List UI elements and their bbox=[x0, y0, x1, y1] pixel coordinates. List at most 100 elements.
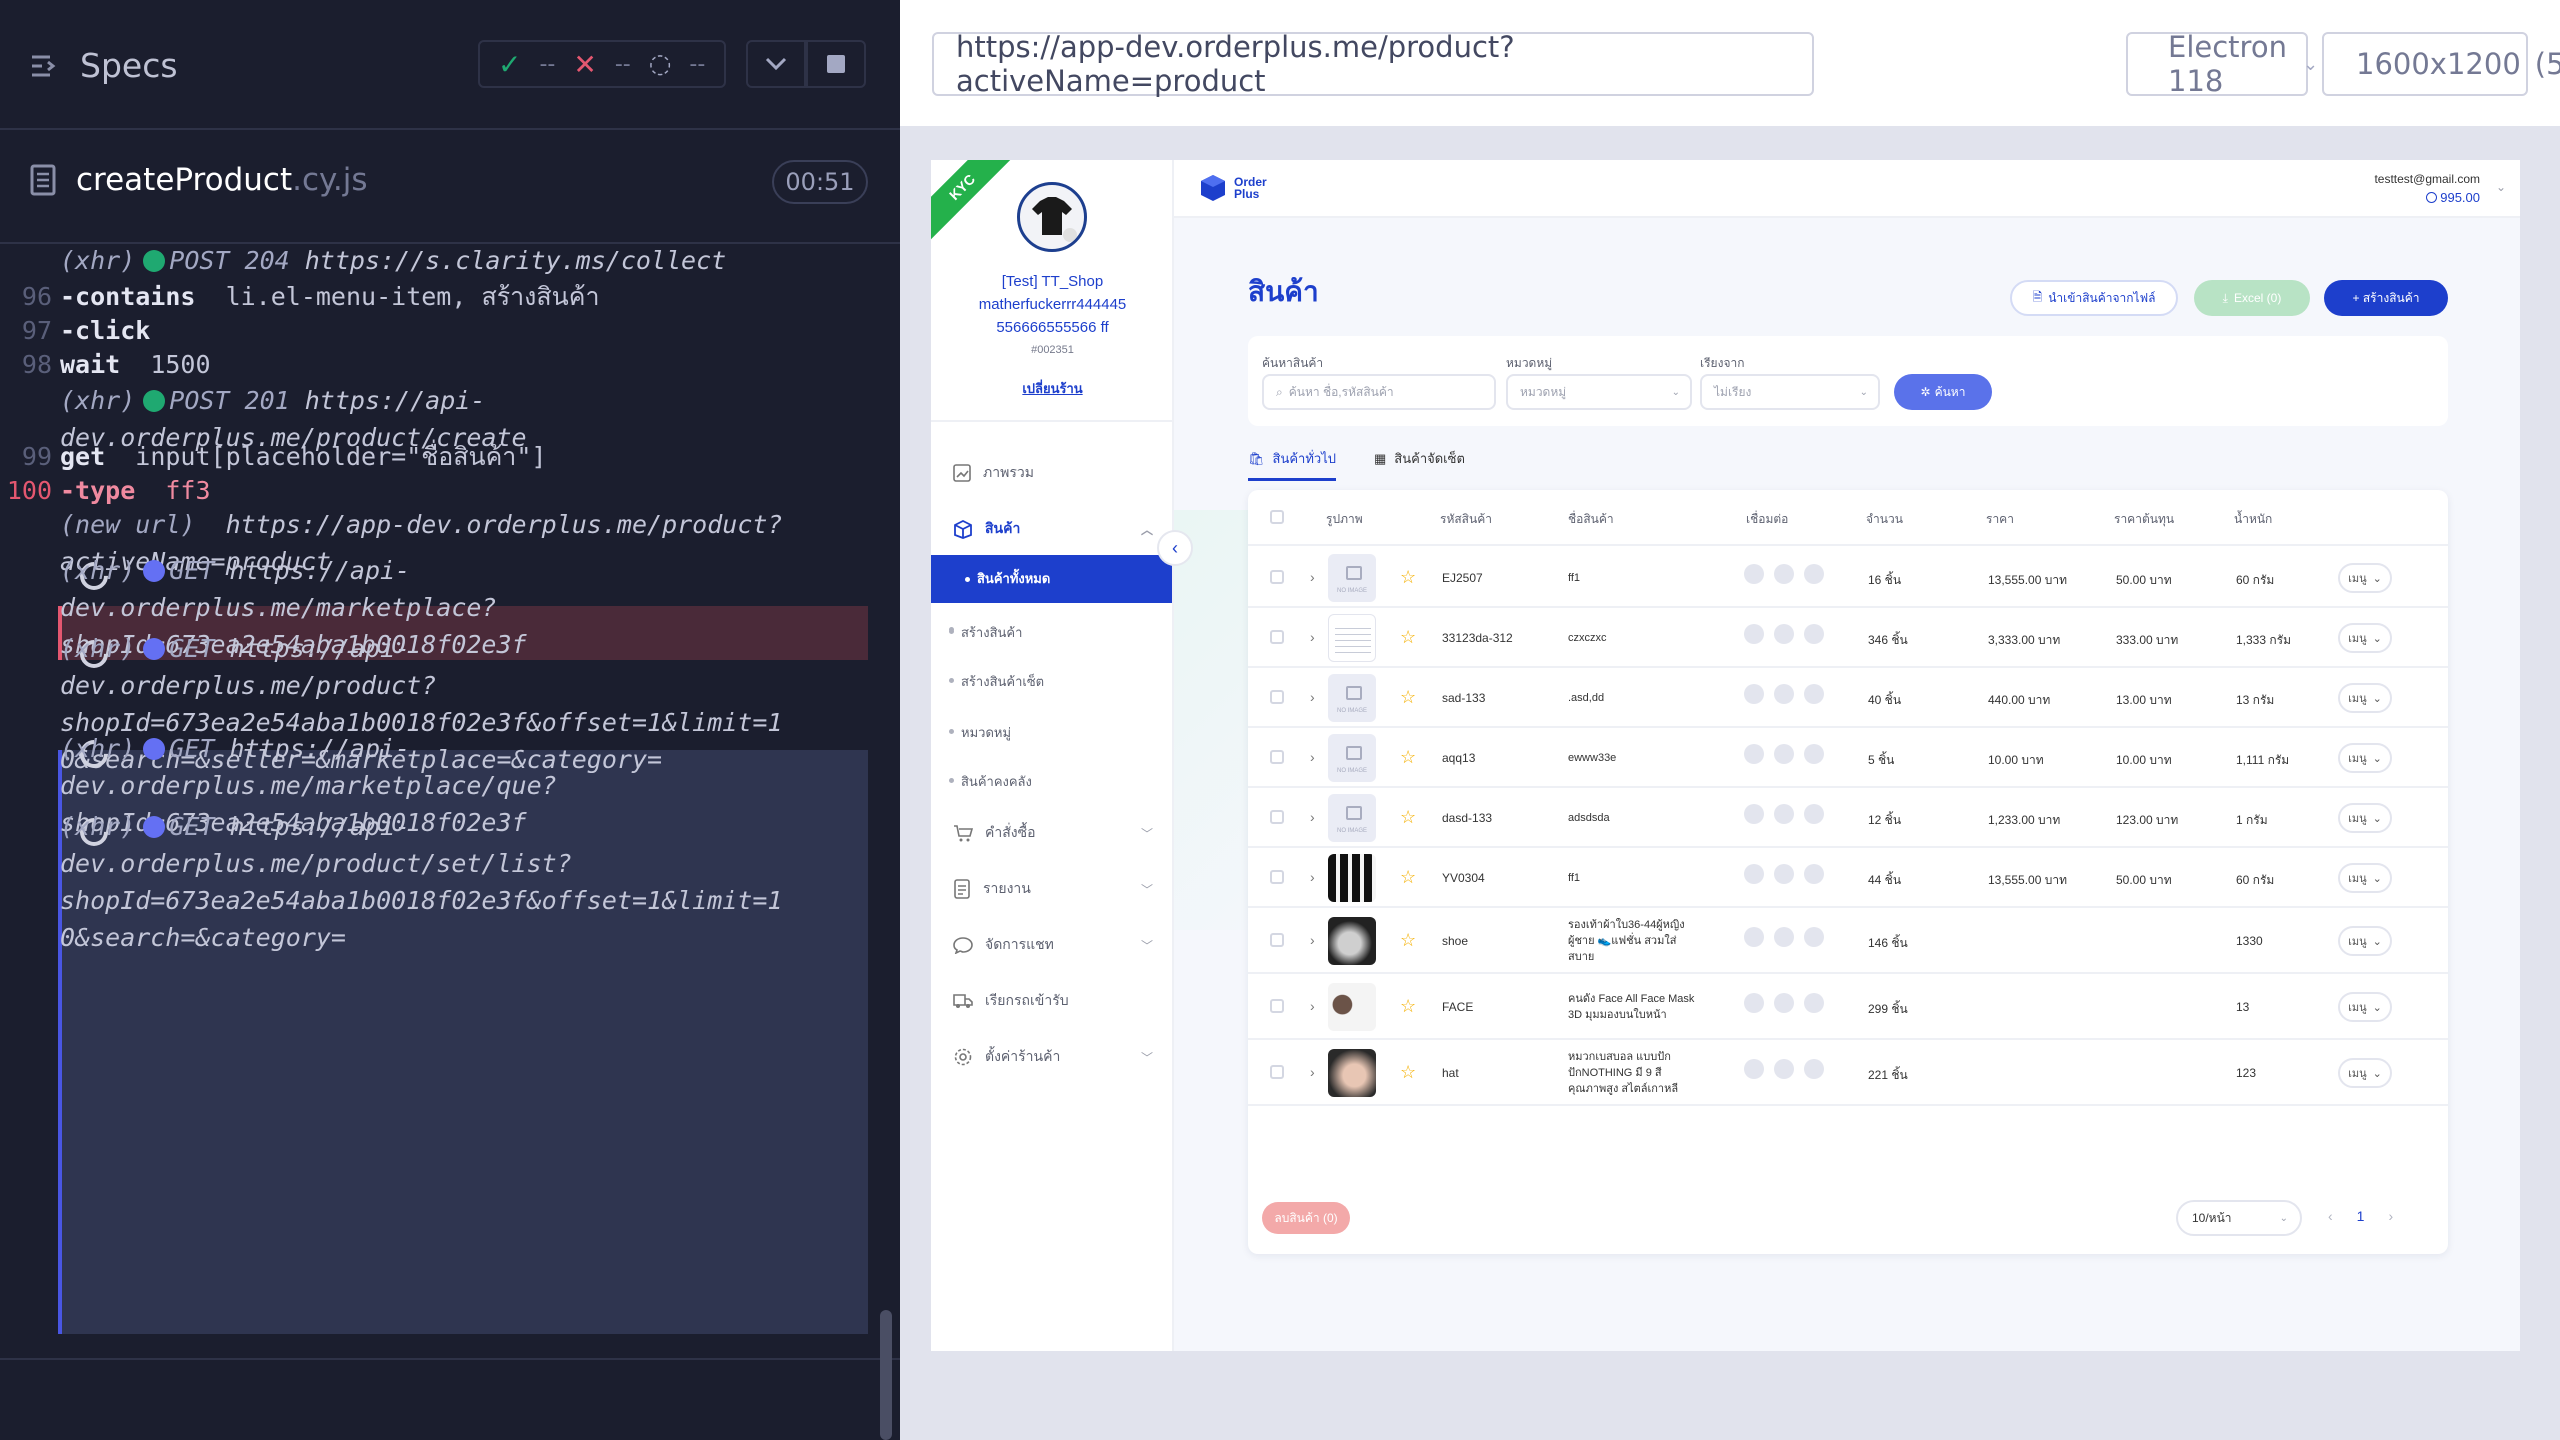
log-scrollbar[interactable] bbox=[880, 1310, 892, 1440]
table-row[interactable]: › ☆ EJ2507 ff1 16 ชิ้น 13,555.00 บาท 50.00 บาท… bbox=[1248, 548, 2448, 608]
browser-select[interactable]: Electron 118 ⌄ bbox=[2126, 30, 2318, 98]
log-xhr[interactable]: (xhr) POST 204 https://s.clarity.ms/colle… bbox=[60, 242, 868, 279]
row-menu-button[interactable]: เมนู ⌄ bbox=[2338, 563, 2392, 593]
log-command[interactable]: 99 get input[placeholder="ชื่อสินค้า"] bbox=[22, 438, 868, 475]
stop-button[interactable] bbox=[806, 40, 866, 88]
chevron-right-icon[interactable]: › bbox=[1310, 998, 1315, 1014]
tab-general-products[interactable]: 🛍 สินค้าทั่วไป bbox=[1248, 448, 1336, 469]
logo-text: Plus bbox=[1234, 187, 1260, 201]
log-command[interactable]: 100 -type ff3 bbox=[7, 472, 868, 509]
row-checkbox[interactable] bbox=[1270, 810, 1284, 824]
log-command[interactable]: 96 -contains li.el-menu-item, สร้างสินค้า bbox=[22, 278, 868, 315]
row-checkbox[interactable] bbox=[1270, 690, 1284, 704]
star-icon[interactable]: ☆ bbox=[1400, 687, 1416, 708]
submenu-item-create-set[interactable]: สร้างสินค้าเซ็ต bbox=[948, 671, 1044, 692]
product-name-line: ff1 bbox=[1568, 572, 1581, 584]
tab-product-sets[interactable]: ▦ สินค้าจัดเซ็ต bbox=[1374, 448, 1465, 469]
search-input[interactable]: ⌕ ค้นหา ชื่อ,รหัสสินค้า bbox=[1262, 374, 1496, 410]
product-sku: FACE bbox=[1442, 1000, 1474, 1014]
delete-products-button[interactable]: ลบสินค้า (0) bbox=[1262, 1202, 1350, 1234]
row-menu-button[interactable]: เมนู ⌄ bbox=[2338, 992, 2392, 1022]
row-checkbox[interactable] bbox=[1270, 870, 1284, 884]
table-row[interactable]: › ☆ hat หมวกเบสบอล แบบปัก ปักNOTHING มี 9 สี… bbox=[1248, 1040, 2448, 1106]
sidebar-item-overview[interactable]: ภาพรวม bbox=[953, 462, 1153, 484]
star-icon[interactable]: ☆ bbox=[1400, 996, 1416, 1017]
viewport-select[interactable]: 1600x1200 (50%) ⌄ bbox=[2322, 32, 2560, 96]
user-email[interactable]: testtest@gmail.com bbox=[2374, 172, 2480, 186]
sidebar-item-products[interactable]: สินค้า ︿ bbox=[953, 518, 1153, 540]
star-icon[interactable]: ☆ bbox=[1400, 747, 1416, 768]
chevron-right-icon[interactable]: › bbox=[1310, 809, 1315, 825]
submenu-item-all-products[interactable]: สินค้าทั้งหมด bbox=[931, 555, 1172, 603]
row-checkbox[interactable] bbox=[1270, 1065, 1284, 1079]
row-checkbox[interactable] bbox=[1270, 570, 1284, 584]
table-row[interactable]: › ☆ aqq13 ewww33e 5 ชิ้น 10.00 บาท 10.00 บาท 1,… bbox=[1248, 728, 2448, 788]
row-checkbox[interactable] bbox=[1270, 999, 1284, 1013]
submenu-item-create-product[interactable]: สร้างสินค้า bbox=[948, 622, 1022, 643]
star-icon[interactable]: ☆ bbox=[1400, 807, 1416, 828]
specs-toggle[interactable]: Specs bbox=[30, 46, 178, 85]
log-command[interactable]: 98 wait 1500 bbox=[22, 346, 868, 383]
import-file-button[interactable]: 🗎 นำเข้าสินค้าจากไฟล์ bbox=[2010, 280, 2178, 316]
chevron-down-icon[interactable]: ⌄ bbox=[2496, 180, 2506, 194]
row-menu-button[interactable]: เมนู ⌄ bbox=[2338, 623, 2392, 653]
orderplus-logo[interactable]: Order Plus bbox=[1200, 174, 1267, 202]
sort-select[interactable]: ไม่เรียง ⌄ bbox=[1700, 374, 1880, 410]
chevron-right-icon[interactable]: › bbox=[1310, 932, 1315, 948]
page-size-select[interactable]: 10/หน้า ⌄ bbox=[2176, 1200, 2302, 1236]
category-select[interactable]: หมวดหมู่ ⌄ bbox=[1506, 374, 1692, 410]
sidebar-item-chat[interactable]: จัดการแชท ﹀ bbox=[953, 934, 1153, 956]
submenu-item-category[interactable]: หมวดหมู่ bbox=[948, 722, 1011, 743]
sidebar-collapse-button[interactable]: ‹ bbox=[1157, 530, 1193, 566]
row-menu-button[interactable]: เมนู ⌄ bbox=[2338, 863, 2392, 893]
collapse-all-button[interactable] bbox=[746, 40, 806, 88]
table-row[interactable]: › ☆ shoe รองเท้าผ้าใบ36-44ผู้หญิง ผู้ชาย 👟แฟ… bbox=[1248, 908, 2448, 974]
star-icon[interactable]: ☆ bbox=[1400, 627, 1416, 648]
sidebar-item-orders[interactable]: คำสั่งซื้อ ﹀ bbox=[953, 822, 1153, 844]
shop-avatar[interactable] bbox=[1017, 182, 1087, 252]
table-row[interactable]: › ☆ FACE คนดัง Face All Face Mask 3D มุมมองบ… bbox=[1248, 974, 2448, 1040]
chevron-right-icon[interactable]: › bbox=[1310, 1064, 1315, 1080]
page-number[interactable]: 1 bbox=[2357, 1208, 2365, 1224]
star-icon[interactable]: ☆ bbox=[1400, 1062, 1416, 1083]
table-row[interactable]: › ☆ YV0304 ff1 44 ชิ้น 13,555.00 บาท 50.00 บาท… bbox=[1248, 848, 2448, 908]
shopee-icon bbox=[1744, 564, 1764, 584]
url-bar[interactable]: https://app-dev.orderplus.me/product?act… bbox=[932, 30, 1814, 98]
chevron-right-icon[interactable]: › bbox=[1310, 689, 1315, 705]
row-checkbox[interactable] bbox=[1270, 750, 1284, 764]
row-menu-button[interactable]: เมนู ⌄ bbox=[2338, 926, 2392, 956]
switch-shop-link[interactable]: เปลี่ยนร้าน bbox=[931, 378, 1172, 399]
star-icon[interactable]: ☆ bbox=[1400, 930, 1416, 951]
failed-count: -- bbox=[614, 51, 631, 77]
xhr-tag: (xhr) bbox=[60, 812, 136, 841]
log-pending-xhr[interactable]: (xhr) GET https://api-dev.orderplus.me/pr… bbox=[60, 808, 868, 956]
chevron-right-icon[interactable]: › bbox=[1310, 569, 1315, 585]
row-menu-button[interactable]: เมนู ⌄ bbox=[2338, 683, 2392, 713]
spec-file-name[interactable]: createProduct.cy.js bbox=[30, 162, 368, 198]
sidebar-item-settings[interactable]: ตั้งค่าร้านค้า ﹀ bbox=[953, 1046, 1153, 1068]
excel-export-button[interactable]: ⤓ Excel (0) bbox=[2194, 280, 2310, 316]
sidebar-item-reports[interactable]: รายงาน ﹀ bbox=[953, 878, 1153, 900]
log-command[interactable]: 97 -click bbox=[22, 312, 868, 349]
table-row[interactable]: › ☆ sad-133 .asd,dd 40 ชิ้น 440.00 บาท 13.00 บ… bbox=[1248, 668, 2448, 728]
row-menu-button[interactable]: เมนู ⌄ bbox=[2338, 1058, 2392, 1088]
chevron-right-icon[interactable]: › bbox=[1310, 869, 1315, 885]
product-name-line: คนดัง Face All Face Mask bbox=[1568, 993, 1695, 1005]
sidebar-item-pickup[interactable]: เรียกรถเข้ารับ bbox=[953, 990, 1153, 1012]
table-row[interactable]: › ☆ 33123da-312 czxczxc 346 ชิ้น 3,333.00 บาท… bbox=[1248, 608, 2448, 668]
star-icon[interactable]: ☆ bbox=[1400, 567, 1416, 588]
submenu-item-inventory[interactable]: สินค้าคงคลัง bbox=[949, 771, 1032, 792]
next-page-button[interactable]: › bbox=[2388, 1208, 2393, 1224]
chevron-right-icon[interactable]: › bbox=[1310, 749, 1315, 765]
table-row[interactable]: › ☆ dasd-133 adsdsda 12 ชิ้น 1,233.00 บาท 123.… bbox=[1248, 788, 2448, 848]
row-menu-button[interactable]: เมนู ⌄ bbox=[2338, 743, 2392, 773]
row-checkbox[interactable] bbox=[1270, 630, 1284, 644]
select-all-checkbox[interactable] bbox=[1270, 510, 1284, 524]
chevron-right-icon[interactable]: › bbox=[1310, 629, 1315, 645]
search-button[interactable]: ✲ ค้นหา bbox=[1894, 374, 1992, 410]
row-checkbox[interactable] bbox=[1270, 933, 1284, 947]
row-menu-button[interactable]: เมนู ⌄ bbox=[2338, 803, 2392, 833]
prev-page-button[interactable]: ‹ bbox=[2328, 1208, 2333, 1224]
star-icon[interactable]: ☆ bbox=[1400, 867, 1416, 888]
create-product-button[interactable]: + สร้างสินค้า bbox=[2324, 280, 2448, 316]
